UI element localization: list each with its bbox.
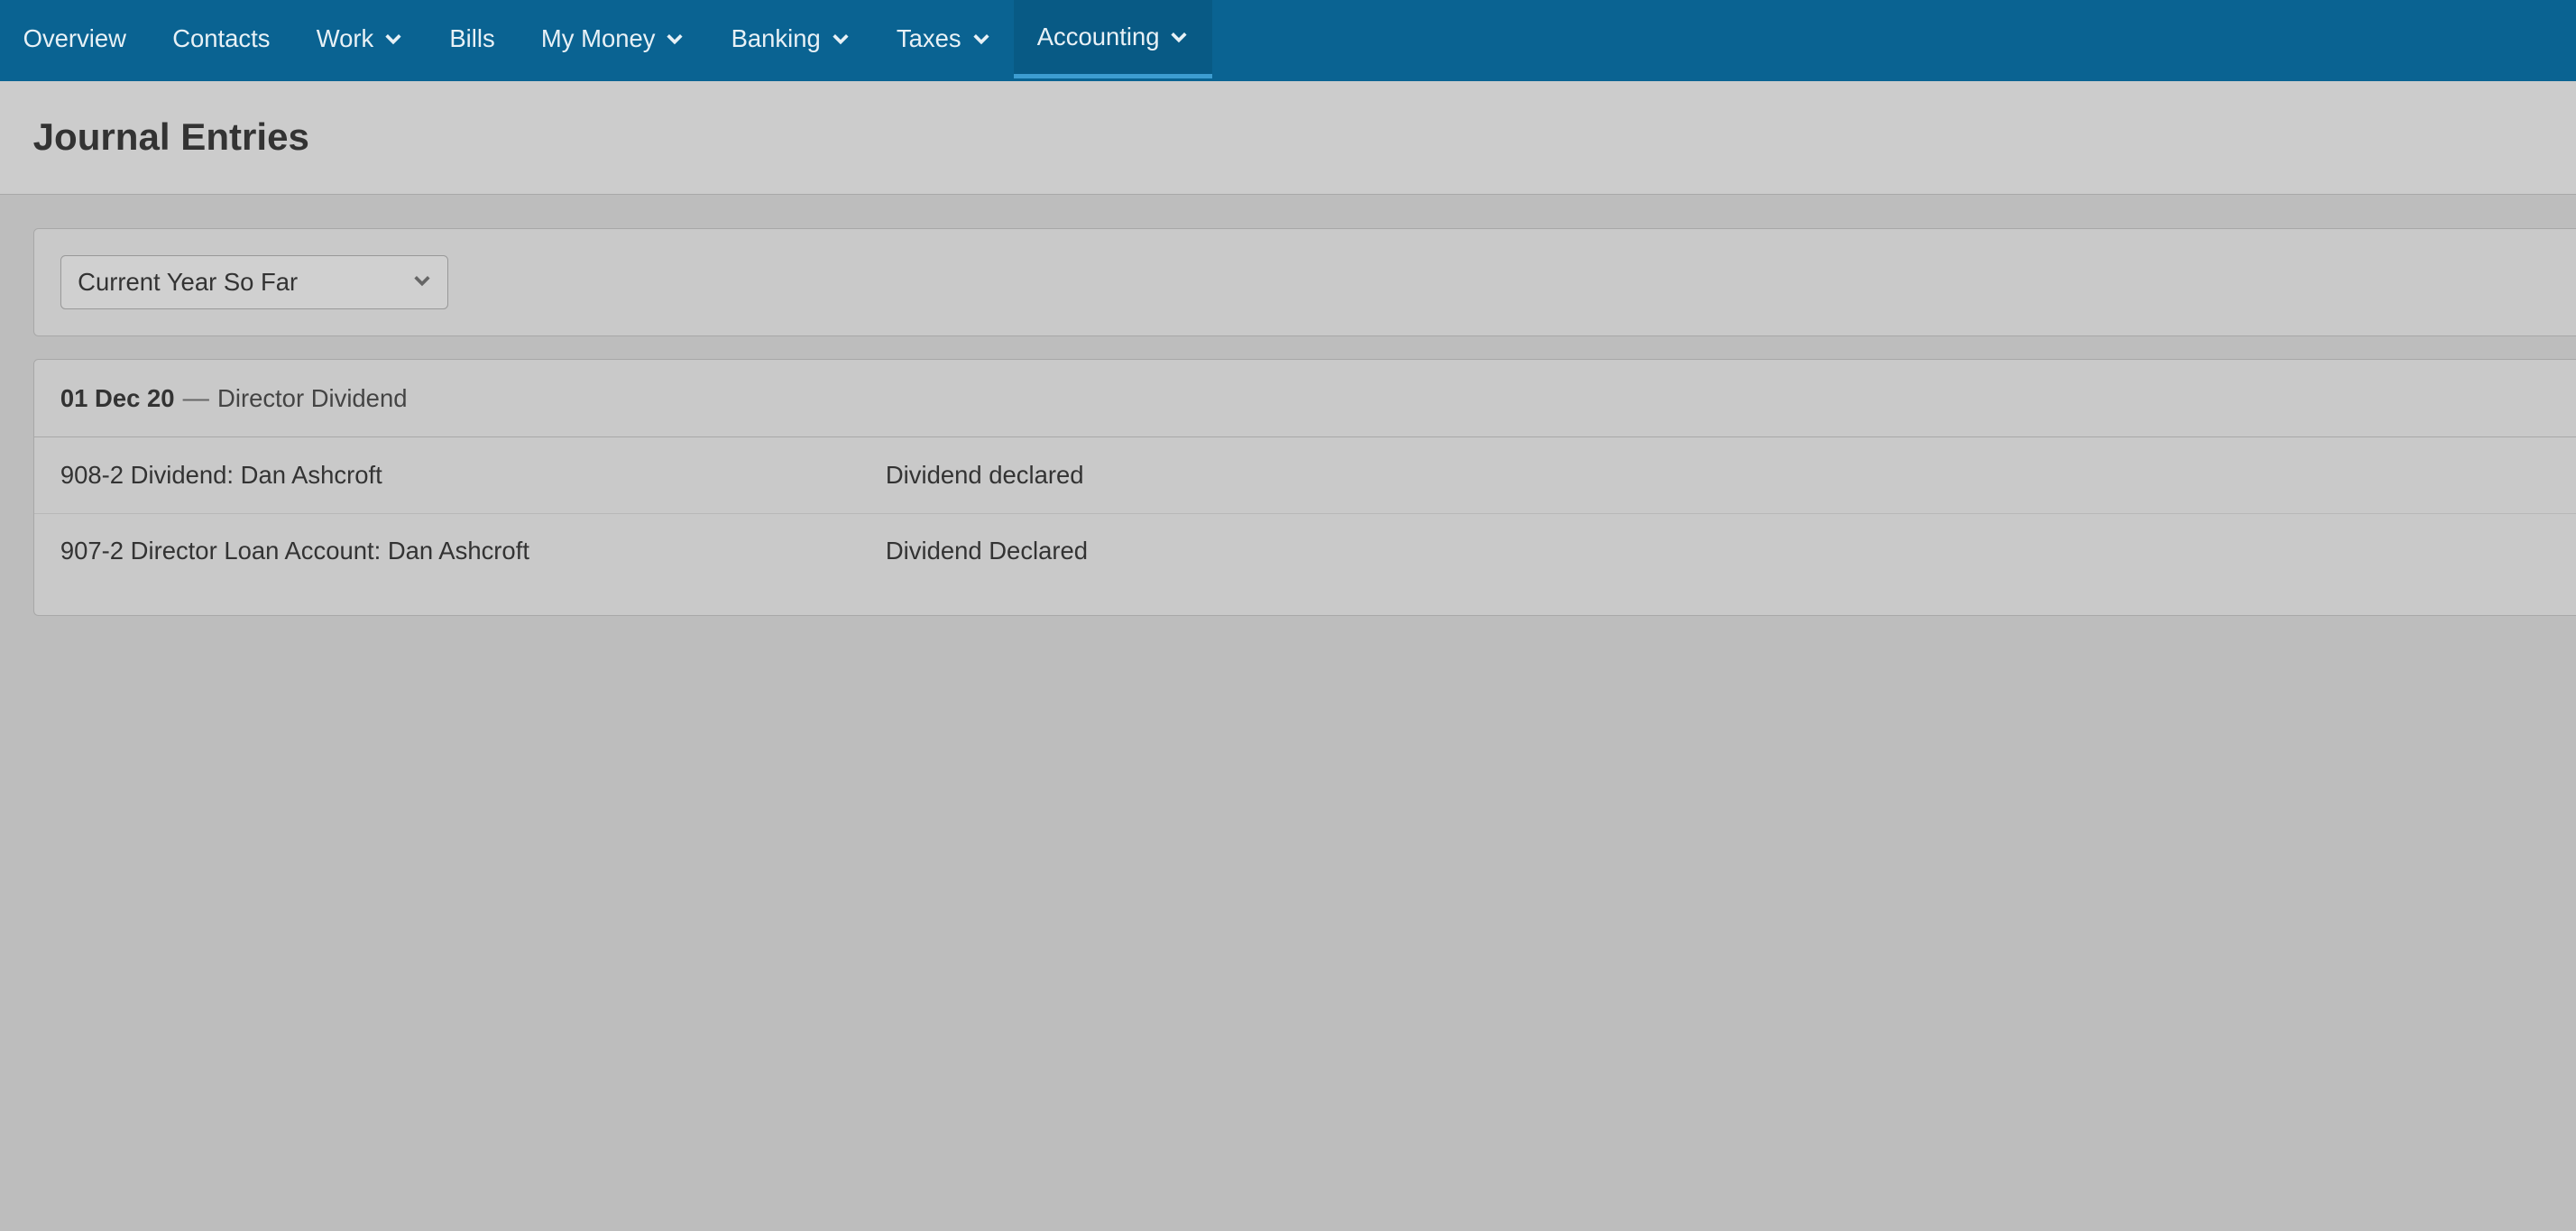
nav-label: My Money bbox=[541, 24, 656, 53]
top-nav: Overview Contacts Work Bills My Money Ba… bbox=[0, 0, 2576, 81]
entry-date: 01 Dec 20 bbox=[60, 384, 175, 413]
chevron-down-icon bbox=[1169, 27, 1189, 47]
nav-label: Bills bbox=[449, 24, 494, 53]
row-account: 908-2 Dividend: Dan Ashcroft bbox=[60, 461, 886, 490]
chevron-down-icon bbox=[971, 29, 991, 49]
nav-banking[interactable]: Banking bbox=[708, 0, 873, 78]
nav-contacts[interactable]: Contacts bbox=[150, 0, 294, 78]
chevron-down-icon bbox=[665, 29, 685, 49]
nav-label: Contacts bbox=[172, 24, 270, 53]
filter-card: Current Year So Far Current Accounting Y… bbox=[33, 228, 2576, 336]
entry-title: Director Dividend bbox=[217, 384, 407, 413]
nav-overview[interactable]: Overview bbox=[0, 0, 150, 78]
nav-label: Taxes bbox=[897, 24, 961, 53]
table-row: 907-2 Director Loan Account: Dan Ashcrof… bbox=[34, 514, 2576, 616]
page-header: Journal Entries Add New Journal Entries bbox=[0, 81, 2576, 195]
row-account: 907-2 Director Loan Account: Dan Ashcrof… bbox=[60, 537, 886, 565]
nav-accounting[interactable]: Accounting bbox=[1014, 0, 1212, 78]
content-area: Current Year So Far Current Accounting Y… bbox=[0, 195, 2576, 649]
nav-label: Accounting bbox=[1037, 23, 1160, 51]
nav-label: Overview bbox=[23, 24, 126, 53]
row-description: Dividend Declared bbox=[886, 537, 2576, 565]
journal-entry-card: 01 Dec 20 — Director Dividend Debit Cred… bbox=[33, 359, 2576, 616]
nav-my-money[interactable]: My Money bbox=[518, 0, 708, 78]
nav-taxes[interactable]: Taxes bbox=[873, 0, 1014, 78]
nav-left-group: Overview Contacts Work Bills My Money Ba… bbox=[0, 0, 1212, 78]
chevron-down-icon bbox=[831, 29, 851, 49]
entry-separator: — bbox=[183, 383, 209, 414]
nav-bills[interactable]: Bills bbox=[427, 0, 519, 78]
period-select-wrapper: Current Year So Far bbox=[60, 255, 448, 309]
entry-header: 01 Dec 20 — Director Dividend Debit Cred… bbox=[34, 360, 2576, 437]
page-title: Journal Entries bbox=[33, 115, 309, 159]
chevron-down-icon bbox=[383, 29, 403, 49]
nav-label: Banking bbox=[731, 24, 821, 53]
table-row: 908-2 Dividend: Dan Ashcroft Dividend de… bbox=[34, 437, 2576, 513]
nav-label: Work bbox=[317, 24, 374, 53]
nav-work[interactable]: Work bbox=[293, 0, 427, 78]
row-description: Dividend declared bbox=[886, 461, 2576, 490]
period-select[interactable]: Current Year So Far bbox=[60, 255, 448, 309]
